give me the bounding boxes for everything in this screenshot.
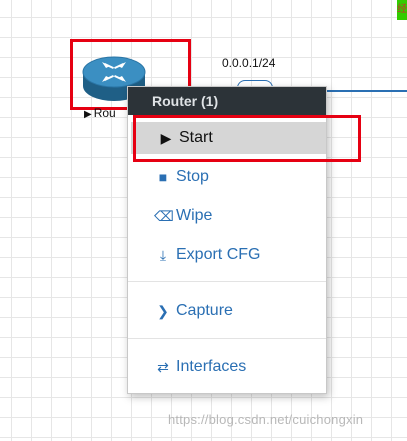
node-label: ▶ Rou	[84, 106, 116, 120]
menu-item-label: Stop	[176, 168, 209, 185]
download-icon: ⤓	[159, 247, 167, 263]
corner-tag: 经	[397, 0, 407, 20]
menu-divider	[128, 281, 326, 282]
context-menu-header: Router (1)	[128, 87, 326, 115]
menu-item-label: Export CFG	[176, 246, 261, 263]
watermark: https://blog.csdn.net/cuichongxin	[168, 412, 364, 427]
menu-item-stop[interactable]: ■ Stop	[128, 161, 326, 193]
menu-item-export-cfg[interactable]: ⤓ Export CFG	[128, 239, 326, 271]
menu-item-capture[interactable]: ❯ Capture	[128, 295, 326, 327]
menu-item-label: Interfaces	[176, 358, 247, 375]
menu-item-label: Wipe	[176, 207, 213, 224]
chevron-right-icon: ❯	[157, 303, 169, 319]
menu-divider	[128, 338, 326, 339]
menu-item-label: Capture	[176, 302, 233, 319]
network-link[interactable]	[323, 90, 407, 92]
menu-item-wipe[interactable]: ⌫ Wipe	[128, 200, 326, 232]
play-triangle-icon: ▶	[84, 109, 92, 120]
link-address-label: 0.0.0.1/24	[222, 56, 276, 70]
menu-item-interfaces[interactable]: ⇄ Interfaces	[128, 351, 326, 383]
exchange-icon: ⇄	[157, 359, 169, 375]
annotation-box-start	[133, 115, 361, 162]
stop-icon: ■	[158, 169, 168, 185]
eraser-icon: ⌫	[154, 208, 174, 224]
